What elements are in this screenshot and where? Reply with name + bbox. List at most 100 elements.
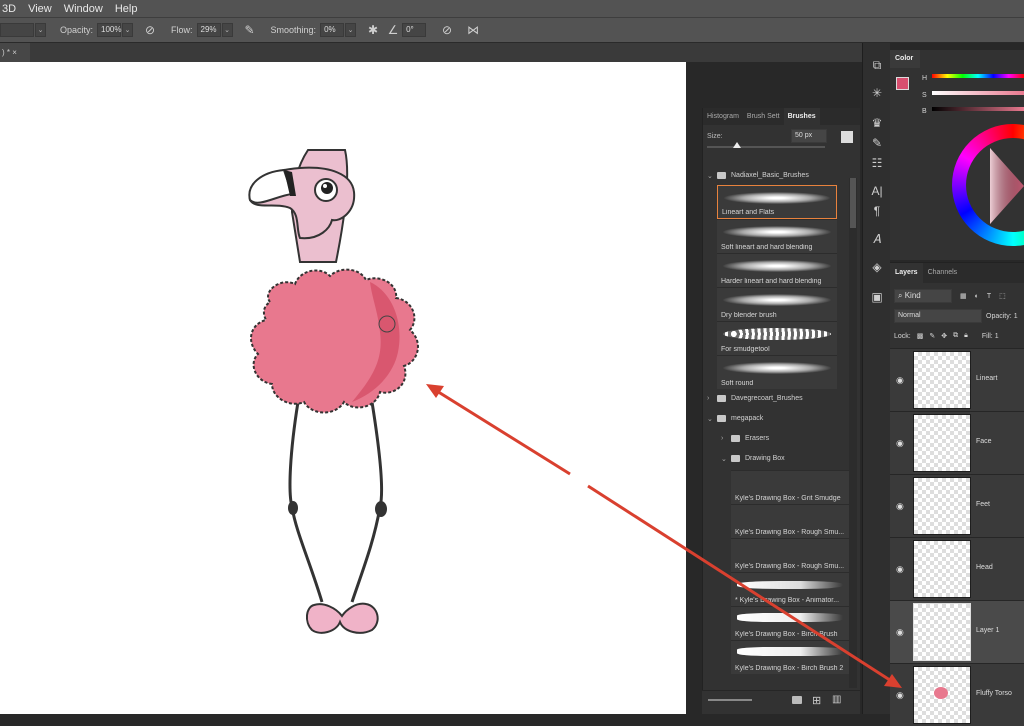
brush-item[interactable]: Kyle's Drawing Box - Rough Smu... bbox=[731, 538, 849, 572]
eye-icon[interactable]: ◉ bbox=[896, 501, 907, 511]
size-slider[interactable] bbox=[707, 146, 825, 148]
eye-icon[interactable]: ◉ bbox=[896, 438, 907, 448]
saturation-slider[interactable] bbox=[932, 91, 1024, 95]
folder-megapack[interactable]: ⌄ megapack bbox=[703, 409, 861, 428]
brush-preset-picker[interactable] bbox=[0, 23, 34, 37]
brushes-icon[interactable]: ♛ bbox=[869, 115, 885, 131]
properties-icon[interactable]: ▣ bbox=[869, 289, 885, 305]
symmetry-icon[interactable]: ⋈ bbox=[464, 21, 482, 39]
layer-row[interactable]: ◉ Lineart bbox=[890, 348, 1024, 411]
menu-3d[interactable]: 3D bbox=[2, 3, 16, 15]
eye-icon[interactable]: ◉ bbox=[896, 564, 907, 574]
adjustment-filter-icon[interactable]: ◐ bbox=[975, 293, 979, 300]
brush-item[interactable]: Harder lineart and hard blending bbox=[717, 253, 837, 287]
paragraph-icon[interactable]: ¶ bbox=[869, 203, 885, 219]
lock-transparency-icon[interactable]: ▩ bbox=[917, 332, 924, 340]
brush-item[interactable]: Kyle's Drawing Box - Rough Smu... bbox=[731, 504, 849, 538]
pixel-filter-icon[interactable]: ▦ bbox=[960, 292, 967, 300]
scroll-thumb[interactable] bbox=[850, 178, 856, 228]
gear-icon[interactable]: ✱ bbox=[364, 21, 382, 39]
adjustments-icon[interactable]: ☷ bbox=[869, 155, 885, 171]
brush-item[interactable]: Lineart and Flats bbox=[717, 185, 837, 219]
brush-item[interactable]: * Kyle's Drawing Box - Animator... bbox=[731, 572, 849, 606]
color-triangle[interactable] bbox=[986, 146, 1024, 226]
brushes-scrollbar[interactable] bbox=[849, 178, 857, 688]
canvas-pasteboard bbox=[686, 62, 702, 714]
character-icon[interactable]: A| bbox=[869, 183, 885, 199]
angle-field[interactable]: 0° bbox=[402, 23, 427, 37]
preview-size-slider[interactable] bbox=[708, 699, 752, 701]
brush-item[interactable]: For smudgetool bbox=[717, 321, 837, 355]
layer-row[interactable]: ◉ Face bbox=[890, 411, 1024, 474]
tab-brushes[interactable]: Brushes bbox=[783, 108, 820, 125]
tab-layers[interactable]: Layers bbox=[890, 263, 923, 283]
brush-tip-icon[interactable] bbox=[841, 131, 853, 143]
layer-row[interactable]: ◉ Layer 1 bbox=[890, 600, 1024, 663]
libraries-icon[interactable]: ◈ bbox=[869, 259, 885, 275]
tab-histogram[interactable]: Histogram bbox=[703, 113, 743, 120]
lock-all-icon[interactable]: 🔒︎ bbox=[964, 332, 968, 340]
lock-label: Lock: bbox=[894, 332, 911, 340]
folder-icon[interactable] bbox=[792, 696, 802, 704]
folder-drawing-box[interactable]: ⌄ Drawing Box bbox=[703, 449, 861, 468]
brush-item[interactable]: Kyle's Drawing Box - Birch Brush bbox=[731, 606, 849, 640]
smoothing-dropdown[interactable]: ⌄ bbox=[345, 23, 357, 37]
tab-brush-settings[interactable]: Brush Sett bbox=[743, 113, 784, 120]
brush-item[interactable]: Dry blender brush bbox=[717, 287, 837, 321]
opacity-field[interactable]: 100% bbox=[97, 23, 121, 37]
lock-pixels-icon[interactable]: ✎ bbox=[929, 332, 935, 340]
folder-erasers[interactable]: › Erasers bbox=[703, 429, 861, 448]
close-icon[interactable]: × bbox=[12, 48, 17, 57]
size-field[interactable]: 50 px bbox=[791, 129, 827, 143]
layer-row[interactable]: ◉ Fluffy Torso bbox=[890, 663, 1024, 726]
glyphs-icon[interactable]: 𝐴 bbox=[869, 231, 885, 247]
tab-color[interactable]: Color bbox=[890, 50, 920, 68]
smoothing-field[interactable]: 0% bbox=[320, 23, 345, 37]
brush-item[interactable]: Kyle's Drawing Box - Grit Smudge bbox=[731, 470, 849, 504]
lock-artboard-icon[interactable]: ⧉ bbox=[953, 332, 958, 340]
lock-position-icon[interactable]: ✥ bbox=[941, 332, 947, 340]
tab-channels[interactable]: Channels bbox=[923, 263, 963, 283]
chevron-down-icon: ⌄ bbox=[707, 415, 713, 423]
add-brush-icon[interactable]: ⊞ bbox=[812, 694, 821, 707]
blend-mode-select[interactable]: Normal bbox=[894, 309, 982, 323]
history-icon[interactable]: ⧉ bbox=[869, 57, 885, 73]
brush-item[interactable]: Soft round bbox=[717, 355, 837, 389]
menu-window[interactable]: Window bbox=[64, 3, 103, 15]
menu-help[interactable]: Help bbox=[115, 3, 138, 15]
pressure-size-icon[interactable]: ⊘ bbox=[438, 21, 456, 39]
menu-view[interactable]: View bbox=[28, 3, 52, 15]
chevron-down-icon[interactable]: ⌄ bbox=[35, 23, 46, 37]
shape-filter-icon[interactable]: ⬚ bbox=[999, 292, 1006, 300]
eye-icon[interactable]: ◉ bbox=[896, 690, 907, 700]
layer-row[interactable]: ◉ Feet bbox=[890, 474, 1024, 537]
brush-settings-icon[interactable]: ✳ bbox=[869, 85, 885, 101]
layer-row[interactable]: ◉ Head bbox=[890, 537, 1024, 600]
document-tabs: ) * × bbox=[0, 43, 862, 62]
angle-icon: ∠ bbox=[387, 23, 399, 37]
brightness-slider[interactable] bbox=[932, 107, 1024, 111]
size-slider-handle[interactable] bbox=[733, 142, 741, 148]
fill-value[interactable]: 1 bbox=[995, 333, 999, 340]
layer-name: Head bbox=[976, 564, 993, 571]
eye-icon[interactable]: ◉ bbox=[896, 375, 907, 385]
hue-slider[interactable] bbox=[932, 74, 1024, 78]
canvas[interactable] bbox=[0, 62, 686, 714]
type-filter-icon[interactable]: T bbox=[987, 293, 991, 300]
paint-brush-icon[interactable]: ✎ bbox=[869, 135, 885, 151]
folder-nadiaxel[interactable]: ⌄ Nadiaxel_Basic_Brushes bbox=[703, 166, 861, 185]
brush-item[interactable]: Soft lineart and hard blending bbox=[717, 219, 837, 253]
kind-filter[interactable]: ⌕ Kind bbox=[894, 289, 952, 303]
flow-field[interactable]: 29% bbox=[196, 23, 221, 37]
pressure-opacity-icon[interactable]: ⊘ bbox=[141, 21, 159, 39]
brush-item[interactable]: Kyle's Drawing Box - Birch Brush 2 bbox=[731, 640, 849, 674]
eye-icon[interactable]: ◉ bbox=[896, 627, 907, 637]
opacity-value[interactable]: 1 bbox=[1014, 313, 1018, 320]
airbrush-icon[interactable]: ✎ bbox=[241, 21, 259, 39]
trash-icon[interactable]: ▥ bbox=[832, 694, 841, 705]
foreground-swatch[interactable] bbox=[896, 77, 909, 90]
folder-davegrecoart[interactable]: › Davegrecoart_Brushes bbox=[703, 389, 861, 408]
opacity-dropdown[interactable]: ⌄ bbox=[122, 23, 134, 37]
document-tab[interactable]: ) * × bbox=[0, 43, 30, 62]
flow-dropdown[interactable]: ⌄ bbox=[221, 23, 233, 37]
